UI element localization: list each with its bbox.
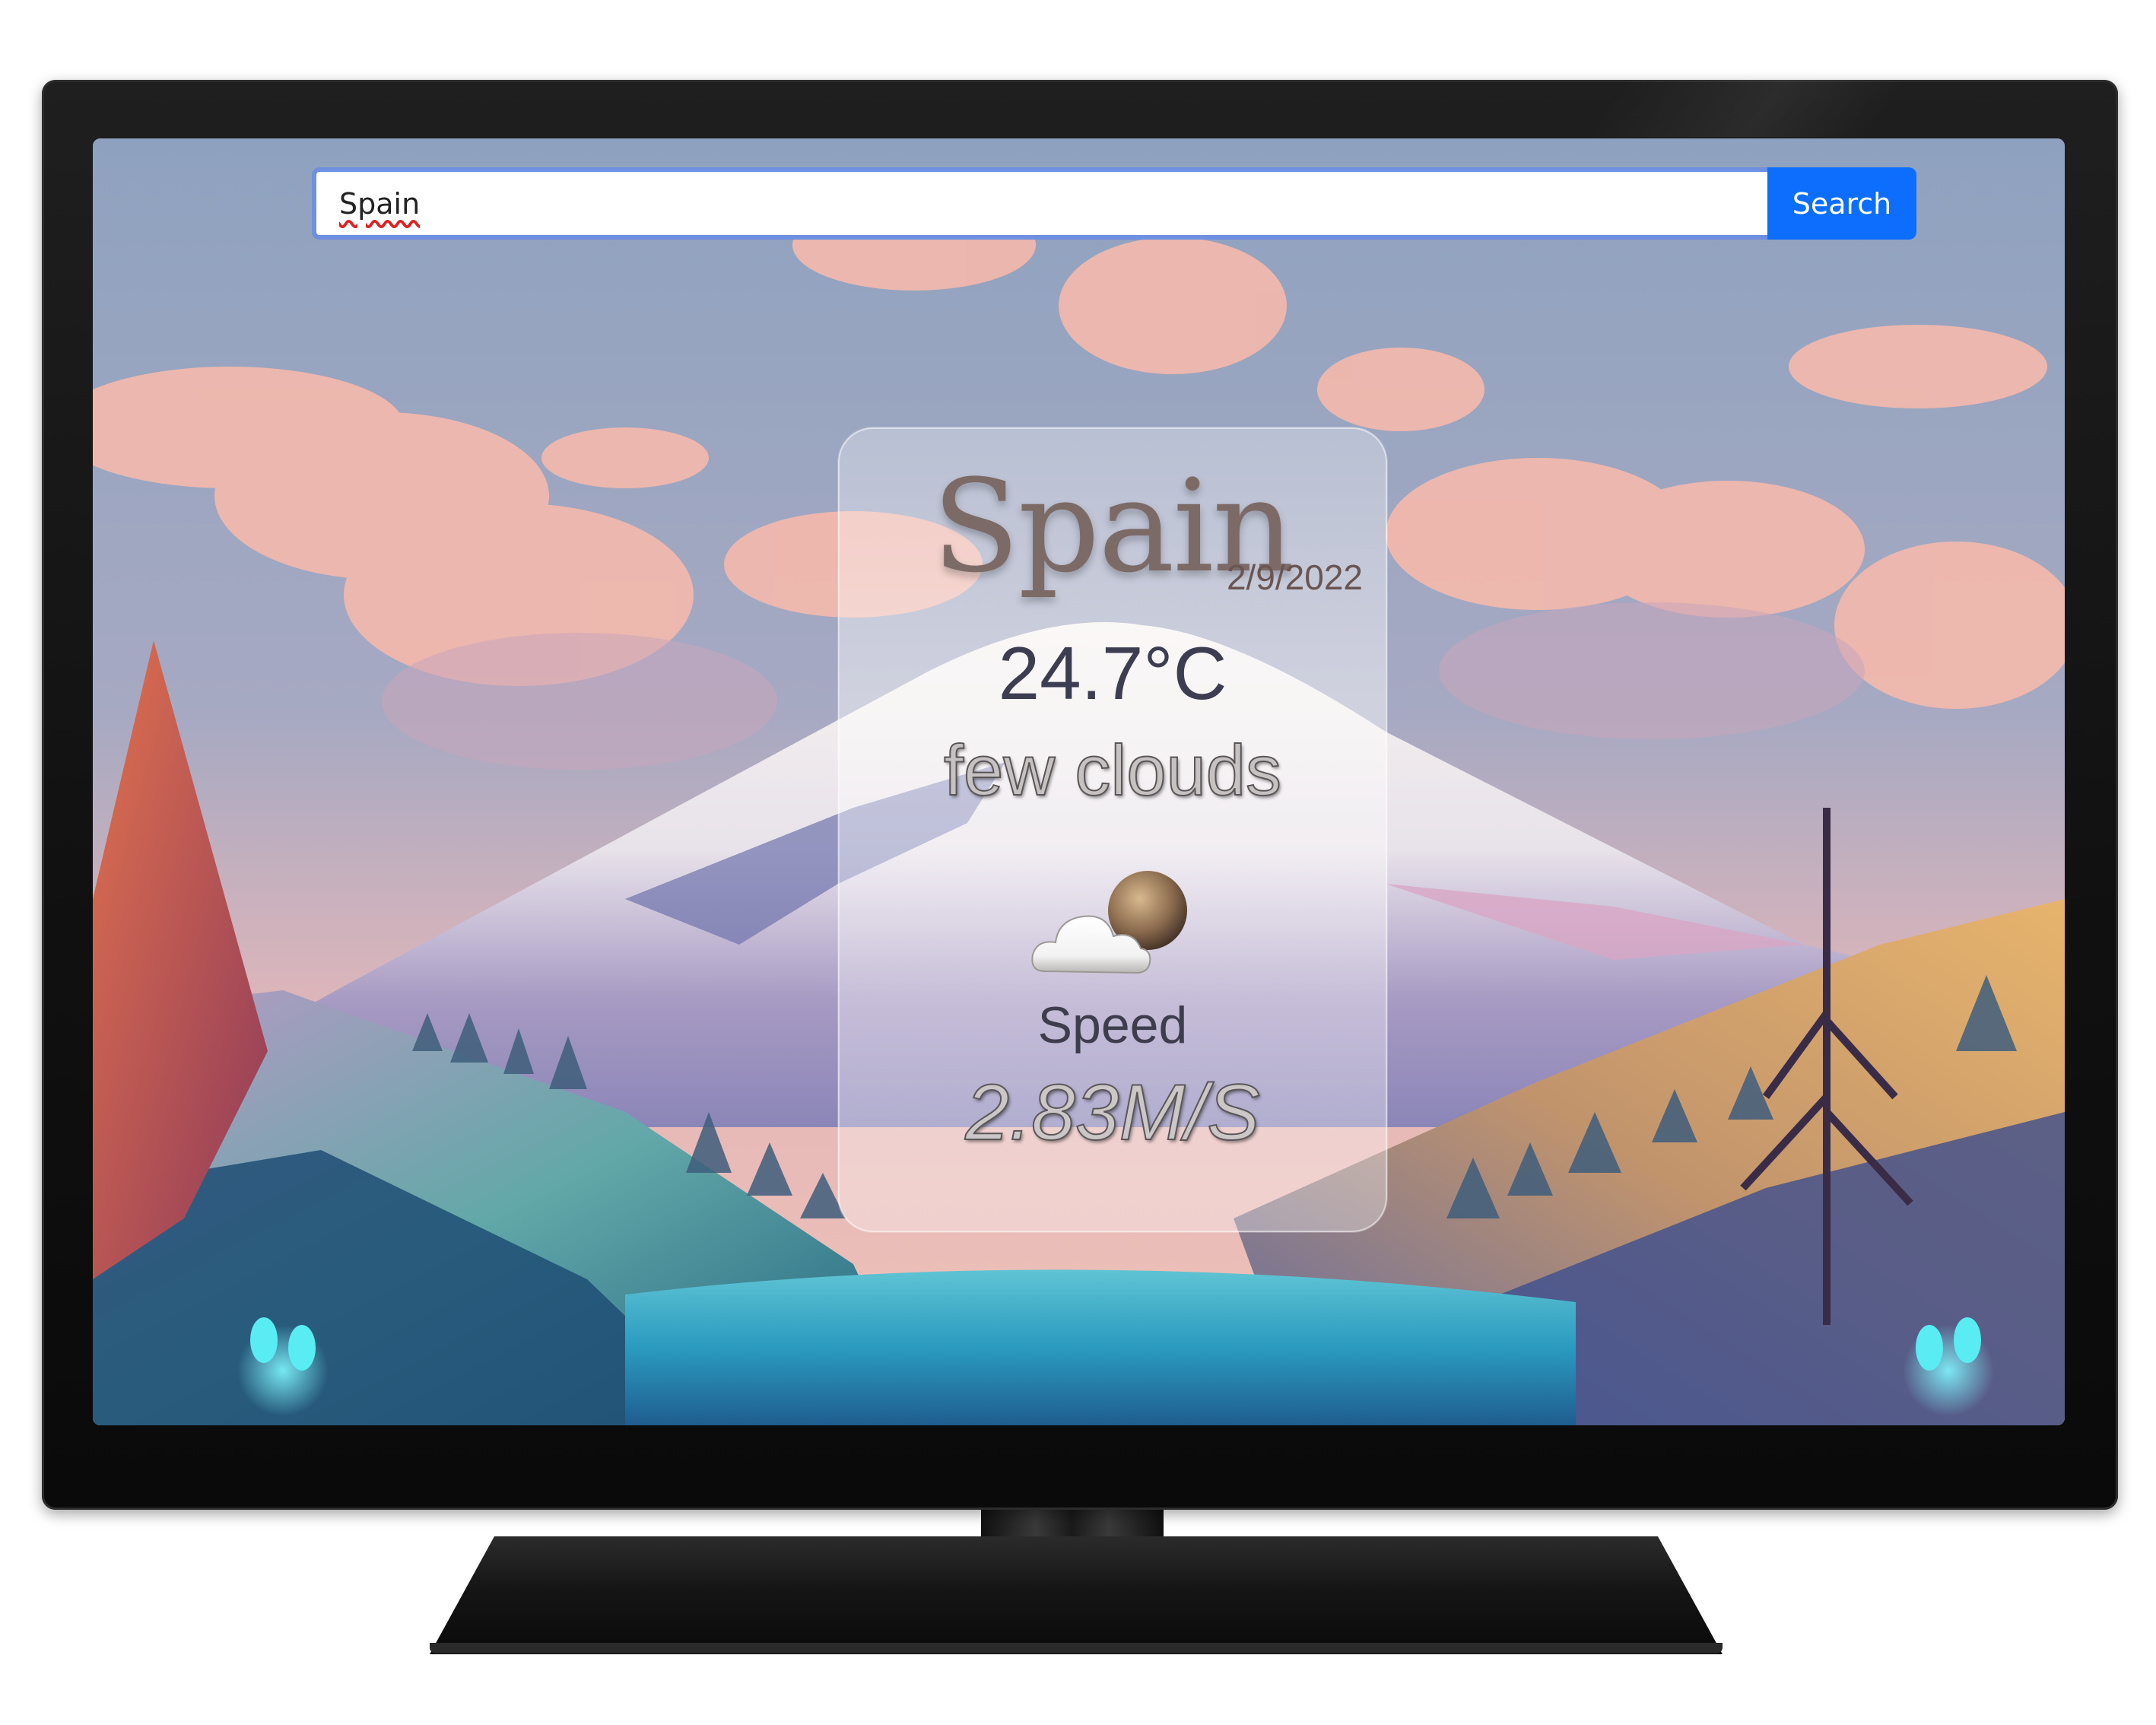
speed-value: 2.83M/S [964,1068,1260,1158]
date-text: 2/9/2022 [1226,558,1363,597]
speed-label: Speed [1037,996,1188,1054]
monitor-screen: Spain Search Spain 2/9/2022 24.7°C few c… [93,138,2065,1425]
monitor-stand-base-edge [430,1643,1723,1654]
temperature: 24.7°C [998,631,1227,715]
search-button[interactable]: Search [1767,167,1916,240]
search-input[interactable] [312,167,1767,240]
search-bar: Spain Search [312,167,1916,240]
stage: Spain Search Spain 2/9/2022 24.7°C few c… [0,0,2156,1725]
weather-card: Spain 2/9/2022 24.7°C few clouds Speed 2… [838,427,1387,1232]
monitor-stand-base [430,1536,1723,1654]
weather-description: few clouds [943,729,1282,811]
few-clouds-icon [1031,871,1187,974]
